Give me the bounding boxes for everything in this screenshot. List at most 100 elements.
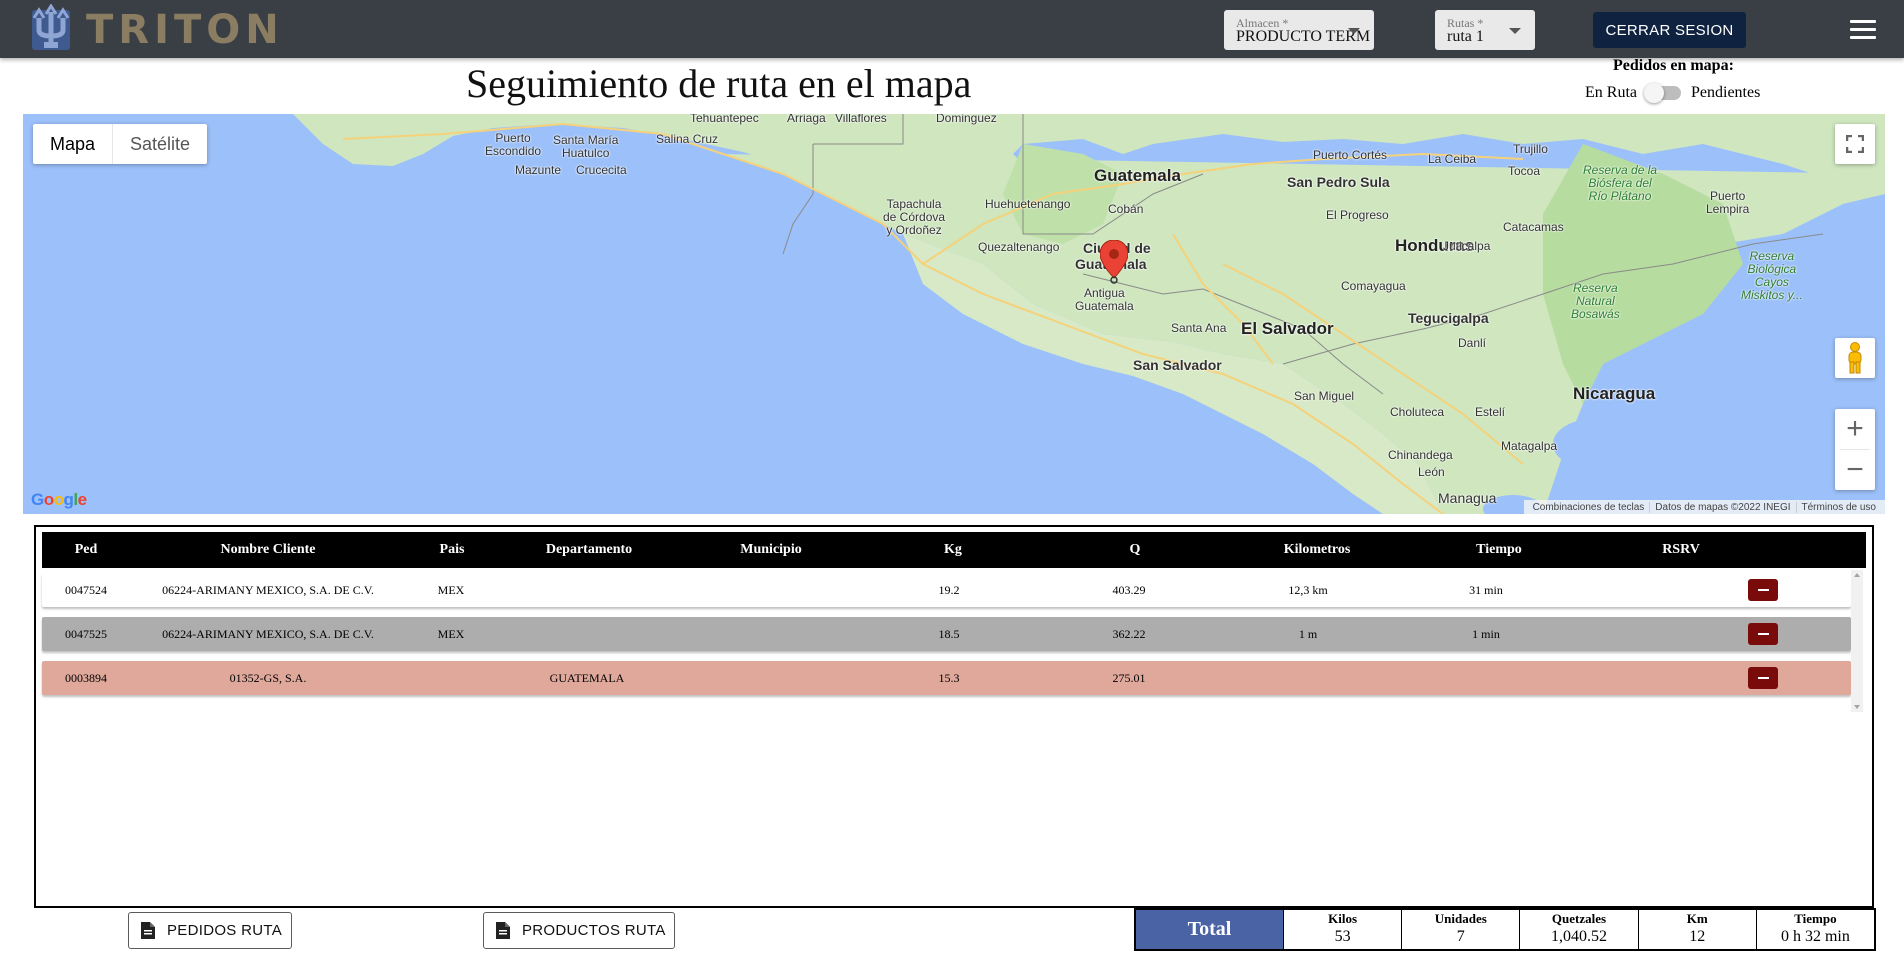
totals-tiempo-label: Tiempo xyxy=(1794,911,1837,926)
cell-kg: 19.2 xyxy=(938,583,960,597)
totals-kilos-value: 53 xyxy=(1334,928,1351,945)
scroll-up-arrow-icon[interactable] xyxy=(1854,573,1860,577)
map-type-control: Mapa Satélite xyxy=(33,124,208,164)
header-rsrv: RSRV xyxy=(1662,542,1700,557)
table-row[interactable]: 0003894 01352-GS, S.A. GUATEMALA 15.3 27… xyxy=(42,661,1851,695)
document-icon xyxy=(496,922,510,939)
google-logo[interactable]: Google xyxy=(31,490,87,510)
zoom-in-icon[interactable]: + xyxy=(1835,409,1875,449)
document-icon xyxy=(141,922,155,939)
totals-tiempo: Tiempo 0 h 32 min xyxy=(1757,910,1874,949)
map-label-danli: Danlí xyxy=(1458,336,1487,350)
map-label-la-ceiba: La Ceiba xyxy=(1428,152,1477,166)
switch-knob[interactable] xyxy=(1644,83,1664,103)
productos-ruta-button[interactable]: PRODUCTOS RUTA xyxy=(483,912,675,949)
cell-tiempo: 1 min xyxy=(1472,627,1500,641)
cell-tiempo: 31 min xyxy=(1469,583,1503,597)
rutas-value: ruta 1 xyxy=(1447,28,1484,45)
keyboard-shortcuts-link[interactable]: Combinaciones de teclas xyxy=(1528,501,1651,513)
header-nombre-cliente: Nombre Cliente xyxy=(220,542,316,557)
map-label-trujillo: Trujillo xyxy=(1513,142,1548,156)
map-label-antigua: Antigua Guatemala xyxy=(1075,286,1134,313)
header-municipio: Municipio xyxy=(740,542,802,557)
cell-km: 1 m xyxy=(1298,627,1318,641)
map-label-quetzaltenango: Quezaltenango xyxy=(978,240,1060,254)
scroll-down-arrow-icon[interactable] xyxy=(1854,705,1860,709)
header-kilometros: Kilometros xyxy=(1283,542,1351,557)
totals-quetzales: Quetzales 1,040.52 xyxy=(1520,910,1639,949)
table-scrollbar[interactable] xyxy=(1851,570,1863,712)
minus-icon xyxy=(1757,589,1769,591)
totals-km-label: Km xyxy=(1686,911,1708,926)
map-marker-icon[interactable] xyxy=(1099,239,1129,289)
map-label-reserva-bosawas: Reserva Natural Bosawás xyxy=(1571,281,1620,321)
map-label-villaflores: Villaflores xyxy=(835,114,887,125)
zoom-out-icon[interactable]: − xyxy=(1835,450,1875,490)
map-label-reserva-miskitos: Reserva Biológica Cayos Miskitos y... xyxy=(1741,249,1803,302)
pedidos-ruta-button[interactable]: PEDIDOS RUTA xyxy=(128,912,292,949)
table-row[interactable]: 0047525 06224-ARIMANY MEXICO, S.A. DE C.… xyxy=(42,617,1851,651)
map-label-huehuetenango: Huehuetenango xyxy=(985,197,1071,211)
cell-cliente: 06224-ARIMANY MEXICO, S.A. DE C.V. xyxy=(162,583,374,597)
map-label-tocoa: Tocoa xyxy=(1508,164,1541,178)
totals-unidades-value: 7 xyxy=(1456,928,1465,945)
rutas-select[interactable]: Rutas * ruta 1 xyxy=(1435,10,1535,50)
chevron-down-icon xyxy=(1509,28,1521,34)
map-label-esteli: Estelí xyxy=(1475,405,1506,419)
map-label-reserva-rio-platano: Reserva de la Biósfera del Río Plátano xyxy=(1583,163,1658,203)
fullscreen-icon[interactable] xyxy=(1835,124,1875,164)
table-row[interactable]: 0047524 06224-ARIMANY MEXICO, S.A. DE C.… xyxy=(42,573,1851,607)
header-departamento: Departamento xyxy=(545,542,633,557)
zoom-control: + − xyxy=(1835,409,1875,490)
totals-km: Km 12 xyxy=(1639,910,1757,949)
cell-ped: 0003894 xyxy=(65,671,107,685)
hamburger-menu-icon[interactable] xyxy=(1850,20,1876,40)
cell-q: 362.22 xyxy=(1112,627,1146,641)
map-label-comayagua: Comayagua xyxy=(1341,279,1406,293)
productos-ruta-label: PRODUCTOS RUTA xyxy=(522,922,666,939)
header-tiempo: Tiempo xyxy=(1476,542,1522,557)
map-label-puerto-lempira: Puerto Lempira xyxy=(1706,189,1750,216)
map-label-tapachula: Tapachula de Córdova y Ordoñez xyxy=(883,197,946,237)
header-pais: Pais xyxy=(439,542,465,557)
cell-cliente: 01352-GS, S.A. xyxy=(229,671,307,685)
rsrv-remove-button[interactable] xyxy=(1748,667,1778,689)
cell-pais: MEX xyxy=(437,583,465,597)
map-label-san-salvador: San Salvador xyxy=(1133,357,1222,373)
toggle-label-en-ruta: En Ruta xyxy=(1585,84,1637,101)
map-label-tegucigalpa: Tegucigalpa xyxy=(1408,310,1489,326)
triton-logo[interactable]: TRITON xyxy=(26,4,284,56)
map-label-mazunte: Mazunte xyxy=(515,163,562,177)
rsrv-remove-button[interactable] xyxy=(1748,623,1778,645)
map-label-coban: Cobán xyxy=(1108,202,1144,216)
cell-ped: 0047525 xyxy=(65,627,107,641)
logout-button[interactable]: CERRAR SESION xyxy=(1593,12,1746,48)
map-label-guatemala: Guatemala xyxy=(1094,166,1181,185)
cell-cliente: 06224-ARIMANY MEXICO, S.A. DE C.V. xyxy=(162,627,374,641)
orders-switch[interactable] xyxy=(1644,83,1681,103)
map-type-map-button[interactable]: Mapa xyxy=(33,124,114,164)
cell-q: 275.01 xyxy=(1112,671,1146,685)
totals-unidades: Unidades 7 xyxy=(1402,910,1521,949)
map-label-san-miguel: San Miguel xyxy=(1294,389,1355,403)
map-label-nicaragua: Nicaragua xyxy=(1573,384,1656,403)
triton-trident-icon xyxy=(32,4,70,50)
map-label-san-pedro-sula: San Pedro Sula xyxy=(1287,174,1390,190)
terms-link[interactable]: Términos de uso xyxy=(1797,502,1881,513)
map-label-chinandega: Chinandega xyxy=(1388,448,1453,462)
header-ped: Ped xyxy=(74,542,98,557)
almacen-select[interactable]: Almacen * PRODUCTO TERM xyxy=(1224,10,1374,50)
map-label-crucecita: Crucecita xyxy=(576,163,627,177)
map-label-puerto-cortes: Puerto Cortés xyxy=(1313,148,1388,162)
map-type-satellite-button[interactable]: Satélite xyxy=(113,124,207,164)
rsrv-remove-button[interactable] xyxy=(1748,579,1778,601)
chevron-down-icon xyxy=(1348,28,1360,34)
street-view-pegman-icon[interactable] xyxy=(1835,338,1875,378)
minus-icon xyxy=(1757,633,1769,635)
route-map[interactable]: Guatemala Honduras El Salvador Nicaragua… xyxy=(23,114,1885,514)
cell-km: 12,3 km xyxy=(1288,583,1328,597)
map-label-juticalpa: Juticalpa xyxy=(1443,239,1491,253)
orders-filter-toggle: En Ruta Pendientes xyxy=(1585,83,1760,103)
totals-tiempo-value: 0 h 32 min xyxy=(1780,928,1850,945)
map-label-santa-ana: Santa Ana xyxy=(1171,321,1227,335)
